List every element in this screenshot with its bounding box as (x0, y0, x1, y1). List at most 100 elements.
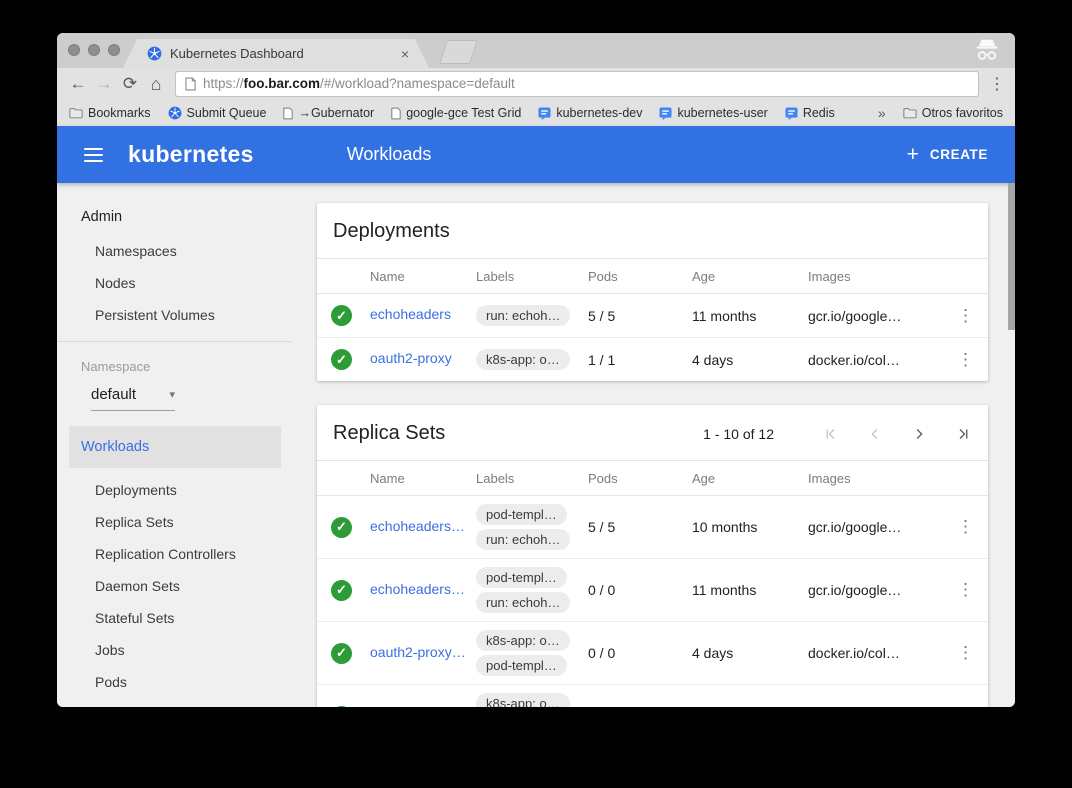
close-window-button[interactable] (68, 44, 80, 56)
sidebar-item-jobs[interactable]: Jobs (57, 634, 292, 666)
bookmark-label: →Gubernator (298, 106, 374, 120)
table-row: ✓ oauth2-proxy… k8s-app: o…pod-templ… 0 … (317, 622, 988, 685)
create-button[interactable]: + CREATE (907, 144, 988, 165)
replica-sets-card: Replica Sets 1 - 10 of 12 Name (317, 405, 988, 707)
bookmark-gubernator[interactable]: →Gubernator (283, 106, 374, 120)
resource-link[interactable]: echoheaders (370, 306, 451, 322)
vertical-scrollbar[interactable] (1008, 183, 1015, 330)
column-header-labels: Labels (467, 461, 579, 496)
sidebar-item-persistent-volumes[interactable]: Persistent Volumes (57, 299, 292, 331)
age-cell: 4 days (683, 338, 799, 382)
resource-link[interactable]: echoheaders… (370, 581, 465, 597)
bookmark-folder-bookmarks[interactable]: Bookmarks (69, 106, 151, 120)
back-button[interactable]: ← (65, 71, 91, 97)
last-page-icon[interactable] (954, 425, 972, 443)
row-menu-icon[interactable]: ⋮ (957, 306, 975, 325)
url-host: foo.bar.com (244, 76, 321, 91)
row-menu-icon[interactable]: ⋮ (957, 580, 975, 599)
resource-link[interactable]: oauth2-proxy (370, 350, 452, 366)
browser-menu-icon[interactable]: ⋮ (987, 74, 1007, 94)
table-row: ✓ echoheaders… pod-templ…run: echoh… 0 /… (317, 559, 988, 622)
images-cell: docker.io/col… (799, 685, 944, 708)
namespace-value: default (91, 386, 136, 403)
folder-icon (69, 107, 83, 119)
tab-strip: Kubernetes Dashboard × (57, 33, 1015, 68)
bookmarks-bar: Bookmarks Submit Queue →Gubernator googl… (57, 100, 1015, 126)
previous-page-icon[interactable] (866, 425, 884, 443)
address-bar[interactable]: https://foo.bar.com/#/workload?namespace… (175, 71, 979, 97)
sidebar-item-deployments[interactable]: Deployments (57, 474, 292, 506)
page-title: Workloads (347, 144, 432, 165)
resource-link[interactable]: echoheaders… (370, 518, 465, 534)
label-chip: k8s-app: o… (476, 693, 570, 707)
bookmark-kubernetes-dev[interactable]: kubernetes-dev (538, 106, 642, 120)
bookmark-label: kubernetes-dev (556, 106, 642, 120)
tab-title: Kubernetes Dashboard (170, 46, 401, 61)
plus-icon: + (907, 144, 919, 165)
tab-close-icon[interactable]: × (401, 46, 409, 62)
bookmark-google-gce-test-grid[interactable]: google-gce Test Grid (391, 106, 521, 120)
zoom-window-button[interactable] (108, 44, 120, 56)
sidebar-item-namespaces[interactable]: Namespaces (57, 235, 292, 267)
browser-tab[interactable]: Kubernetes Dashboard × (123, 39, 429, 68)
replica-sets-table: Name Labels Pods Age Images ✓ echoheader… (317, 460, 988, 707)
images-cell: docker.io/col… (799, 338, 944, 382)
label-chip: run: echoh… (476, 529, 570, 550)
card-title: Deployments (333, 220, 450, 243)
home-button[interactable]: ⌂ (143, 71, 169, 97)
sidebar-item-admin[interactable]: Admin (57, 199, 292, 235)
label-chip: run: echoh… (476, 305, 570, 326)
row-menu-icon[interactable]: ⋮ (957, 706, 975, 707)
next-page-icon[interactable] (910, 425, 928, 443)
sidebar-item-replication-controllers[interactable]: Replication Controllers (57, 538, 292, 570)
table-header-row: Name Labels Pods Age Images (317, 461, 988, 496)
sidebar-item-workloads[interactable]: Workloads (69, 426, 281, 468)
hamburger-menu-icon[interactable] (84, 148, 103, 162)
bookmark-submit-queue[interactable]: Submit Queue (168, 106, 267, 120)
status-ok-icon: ✓ (331, 349, 352, 370)
bookmark-label: Redis (803, 106, 835, 120)
bookmark-label: google-gce Test Grid (406, 106, 521, 120)
sidebar-item-daemon-sets[interactable]: Daemon Sets (57, 570, 292, 602)
minimize-window-button[interactable] (88, 44, 100, 56)
images-cell: docker.io/col… (799, 622, 944, 685)
table-row: ✓ oauth2-proxy k8s-app: o… 1 / 1 4 days … (317, 338, 988, 382)
bookmark-kubernetes-user[interactable]: kubernetes-user (659, 106, 767, 120)
namespace-select[interactable]: default ▾ (91, 386, 175, 411)
card-title: Replica Sets (333, 422, 445, 445)
window-controls (68, 44, 120, 56)
new-tab-button[interactable] (439, 40, 478, 64)
row-menu-icon[interactable]: ⋮ (957, 350, 975, 369)
pods-cell: 5 / 5 (579, 496, 683, 559)
main-content: Deployments Name Labels Pods Age Images (292, 183, 1015, 707)
bookmarks-overflow-icon[interactable]: » (878, 105, 886, 121)
page-icon (391, 107, 401, 120)
browser-window: Kubernetes Dashboard × ← → ⟳ ⌂ https://f… (57, 33, 1015, 707)
sidebar-item-replica-sets[interactable]: Replica Sets (57, 506, 292, 538)
resource-link[interactable]: oauth2-proxy… (370, 707, 466, 708)
url-text: https://foo.bar.com/#/workload?namespace… (203, 75, 515, 93)
first-page-icon[interactable] (822, 425, 840, 443)
pods-cell: 0 / 0 (579, 622, 683, 685)
forward-button[interactable]: → (91, 71, 117, 97)
column-header-labels: Labels (467, 259, 579, 294)
deployments-table: Name Labels Pods Age Images ✓ echoheader… (317, 258, 988, 381)
label-chip: run: echoh… (476, 592, 570, 613)
reload-button[interactable]: ⟳ (117, 71, 143, 97)
bookmark-redis[interactable]: Redis (785, 106, 835, 120)
sidebar-item-pods[interactable]: Pods (57, 666, 292, 698)
resource-link[interactable]: oauth2-proxy… (370, 644, 466, 660)
row-menu-icon[interactable]: ⋮ (957, 517, 975, 536)
sidebar-item-nodes[interactable]: Nodes (57, 267, 292, 299)
table-row: ✓ echoheaders run: echoh… 5 / 5 11 month… (317, 294, 988, 338)
url-scheme: https:// (203, 76, 244, 91)
images-cell: gcr.io/google… (799, 559, 944, 622)
pods-cell: 0 / 0 (579, 559, 683, 622)
sidebar-item-stateful-sets[interactable]: Stateful Sets (57, 602, 292, 634)
deployments-card-header: Deployments (317, 203, 988, 258)
pods-cell: 1 / 1 (579, 338, 683, 382)
column-header-images: Images (799, 461, 944, 496)
row-menu-icon[interactable]: ⋮ (957, 643, 975, 662)
bookmark-folder-otros-favoritos[interactable]: Otros favoritos (903, 106, 1003, 120)
column-header-images: Images (799, 259, 944, 294)
